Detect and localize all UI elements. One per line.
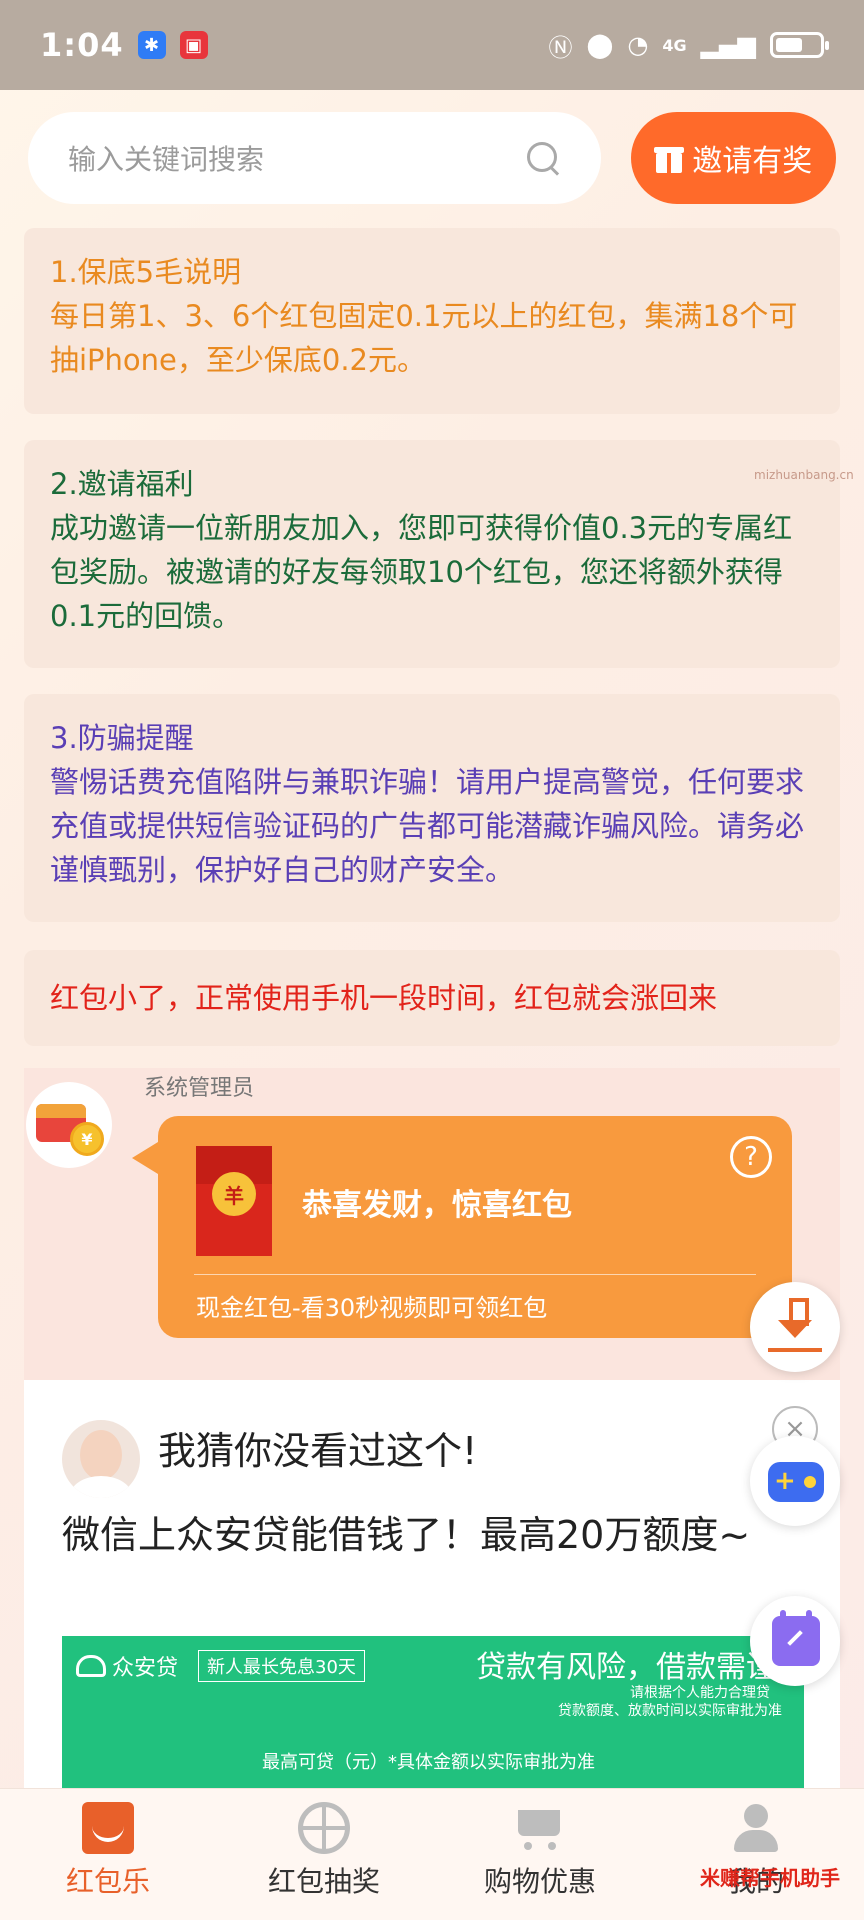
coin-icon: ¥ (70, 1122, 104, 1156)
huawei-store-icon: ▣ (179, 31, 208, 59)
red-packet-title: 恭喜发财，惊喜红包 (302, 1188, 572, 1223)
signal-icon: ▂▄▆ (700, 31, 756, 59)
bottom-nav: 红包乐 红包抽奖 购物优惠 我的 (0, 1788, 864, 1920)
chat-message: ¥ 系统管理员 羊 恭喜发财，惊喜红包 ? 现金红包-看30秒视频即可领红包 (24, 1068, 840, 1380)
gamepad-icon (768, 1462, 824, 1502)
wifi-icon: ◔ (627, 31, 649, 59)
gift-icon (654, 143, 685, 173)
battery-icon (770, 32, 829, 58)
help-icon[interactable]: ? (730, 1136, 772, 1178)
download-button[interactable] (750, 1282, 840, 1372)
red-packet-image: 羊 (196, 1146, 272, 1256)
ad-max-loan-text: 最高可贷（元）*具体金额以实际审批为准 (262, 1752, 595, 1773)
location-icon: ⬤ (586, 31, 614, 59)
info-card-invite: 2.邀请福利 成功邀请一位新朋友加入，您即可获得价值0.3元的专属红包奖励。被邀… (24, 440, 840, 668)
divider (194, 1274, 756, 1275)
shopping-cart-icon (514, 1802, 566, 1854)
download-icon-base (768, 1348, 822, 1352)
info-card-fraud-warning: 3.防骗提醒 警惕话费充值陷阱与兼职诈骗！请用户提高警觉，任何要求充值或提供短信… (24, 694, 840, 922)
watermark: 米赚帮手机助手 (700, 1866, 840, 1890)
ad-banner[interactable]: 众安贷 新人最长免息30天 贷款有风险，借款需谨 请根据个人能力合理贷 贷款额度… (62, 1636, 804, 1800)
zhongan-logo-icon (76, 1655, 106, 1677)
ad-small-text-2: 贷款额度、放款时间以实际审批为准 (558, 1703, 782, 1719)
ad-logo: 众安贷 (76, 1650, 178, 1682)
card-body: 警惕话费充值陷阱与兼职诈骗！请用户提高警觉，任何要求充值或提供短信验证码的广告都… (50, 765, 805, 887)
game-button[interactable] (750, 1436, 840, 1526)
search-row: 输入关键词搜索 邀请有奖 (28, 112, 836, 204)
card-body: 每日第1、3、6个红包固定0.1元以上的红包，集满18个可抽iPhone，至少保… (50, 299, 798, 377)
ad-title: 微信上众安贷能借钱了！最高20万额度~ (62, 1513, 751, 1557)
search-placeholder: 输入关键词搜索 (68, 143, 265, 176)
sender-name: 系统管理员 (144, 1076, 255, 1101)
download-icon (772, 1298, 818, 1354)
info-card-notice: 红包小了，正常使用手机一段时间，红包就会涨回来 (24, 950, 840, 1046)
tab-label: 红包乐 (65, 1865, 150, 1898)
info-card-guarantee: 1.保底5毛说明 每日第1、3、6个红包固定0.1元以上的红包，集满18个可抽i… (24, 228, 840, 414)
invite-reward-button[interactable]: 邀请有奖 (630, 112, 836, 204)
watermark-url: mizhuanbang.cn (754, 468, 854, 482)
card-body: 成功邀请一位新朋友加入，您即可获得价值0.3元的专属红包奖励。被邀请的好友每领取… (50, 511, 793, 633)
nfc-icon: Ⓝ (548, 33, 573, 62)
calendar-edit-icon (772, 1610, 820, 1666)
status-time: 1:04 (40, 26, 124, 64)
red-packet-icon (82, 1802, 134, 1854)
alipay-icon: ✱ (137, 31, 166, 59)
card-body: 红包小了，正常使用手机一段时间，红包就会涨回来 (50, 981, 718, 1015)
tab-lottery[interactable]: 红包抽奖 (216, 1789, 432, 1920)
ad-card[interactable]: 我猜你没看过这个! 微信上众安贷能借钱了！最高20万额度~ 众安贷 新人最长免息… (24, 1380, 840, 1800)
tab-label: 红包抽奖 (267, 1865, 380, 1898)
lottery-wheel-icon (298, 1802, 350, 1854)
user-icon (730, 1802, 782, 1854)
admin-avatar[interactable]: ¥ (26, 1082, 112, 1168)
tab-label: 购物优惠 (483, 1865, 596, 1898)
invite-label: 邀请有奖 (692, 144, 813, 179)
red-packet-bubble[interactable]: 羊 恭喜发财，惊喜红包 ? 现金红包-看30秒视频即可领红包 (132, 1116, 792, 1338)
red-packet-subtitle: 现金红包-看30秒视频即可领红包 (196, 1294, 548, 1322)
ad-avatar (62, 1420, 140, 1498)
ad-tag: 新人最长免息30天 (198, 1650, 365, 1682)
ad-logo-text: 众安贷 (112, 1656, 179, 1681)
ad-headline: 我猜你没看过这个! (158, 1429, 478, 1473)
network-type: 4G (662, 35, 687, 55)
card-title: 2.邀请福利 (50, 467, 194, 501)
search-input[interactable]: 输入关键词搜索 (28, 112, 601, 204)
card-title: 1.保底5毛说明 (50, 255, 242, 289)
task-calendar-button[interactable] (750, 1596, 840, 1686)
tab-red-packet[interactable]: 红包乐 (0, 1789, 216, 1920)
tab-mine[interactable]: 我的 (648, 1789, 864, 1920)
search-icon[interactable] (525, 140, 561, 176)
tab-shopping[interactable]: 购物优惠 (432, 1789, 648, 1920)
ad-small-text-1: 请根据个人能力合理贷 (630, 1685, 770, 1701)
card-title: 3.防骗提醒 (50, 721, 194, 755)
ad-risk-text: 贷款有风险，借款需谨 (476, 1650, 776, 1685)
red-packet-coin-icon: 羊 (212, 1172, 256, 1216)
status-bar: 1:04 ✱ ▣ Ⓝ ⬤ ◔ 4G ▂▄▆ (0, 0, 864, 90)
